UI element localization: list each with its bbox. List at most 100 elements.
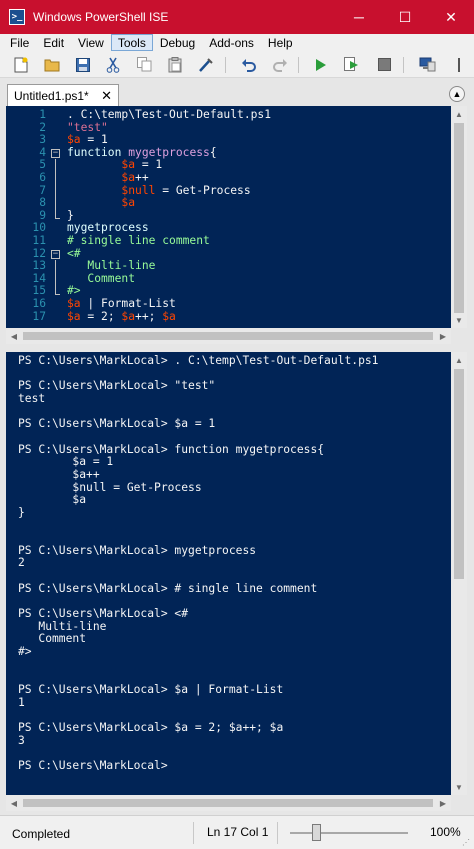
tab-untitled1[interactable]: Untitled1.ps1* ✕ <box>7 84 119 106</box>
scrollbar-thumb[interactable] <box>454 369 464 579</box>
menu-debug[interactable]: Debug <box>153 34 202 51</box>
cursor-position: Ln 17 Col 1 <box>207 825 269 839</box>
scrollbar-thumb[interactable] <box>23 332 433 340</box>
console-vertical-scrollbar[interactable]: ▲ ▼ <box>451 352 467 795</box>
scrollbar-thumb[interactable] <box>23 799 433 807</box>
minimize-icon: ─ <box>354 9 364 25</box>
resize-grip-icon[interactable]: ⋰ <box>462 838 470 847</box>
menu-file[interactable]: File <box>3 34 36 51</box>
code-text: $a = 2; $a++; $a <box>67 309 176 324</box>
fold-guide-end <box>55 294 60 295</box>
toolbar-overflow-icon[interactable] <box>454 56 464 73</box>
console-line: $a++ <box>18 467 100 481</box>
scroll-up-arrow-icon[interactable]: ▲ <box>451 106 467 122</box>
toolbar-separator <box>225 57 226 73</box>
stop-icon[interactable] <box>375 56 393 73</box>
code-token: = 2; <box>80 309 122 323</box>
scroll-left-arrow-icon[interactable]: ◀ <box>6 328 22 344</box>
code-token: function <box>67 145 122 159</box>
fold-guide-end <box>55 218 60 220</box>
cut-icon[interactable] <box>104 56 122 73</box>
save-icon[interactable] <box>74 56 92 73</box>
redo-icon[interactable] <box>271 56 289 73</box>
console-line: PS C:\Users\MarkLocal> $a = 2; $a++; $a <box>18 720 284 734</box>
code-token: ++ <box>135 171 149 184</box>
maximize-button[interactable]: ☐ <box>382 0 428 34</box>
zoom-slider-track[interactable] <box>290 832 408 834</box>
fold-guide <box>55 159 56 219</box>
new-icon[interactable] <box>12 56 30 73</box>
line-number: 6 <box>39 171 46 184</box>
code-token: #> <box>67 284 81 298</box>
tab-close-icon[interactable]: ✕ <box>101 88 112 104</box>
pane-splitter[interactable] <box>0 344 474 352</box>
chevron-up-icon: ▲ <box>452 89 462 99</box>
copy-icon[interactable] <box>135 56 153 73</box>
zoom-slider-thumb[interactable] <box>312 824 321 841</box>
code-text: # single line comment <box>67 234 210 248</box>
paste-icon[interactable] <box>166 56 184 73</box>
scroll-right-arrow-icon[interactable]: ▶ <box>435 328 451 344</box>
code-token: mygetprocess <box>128 145 210 159</box>
line-number: 3 <box>39 133 46 147</box>
code-token: $a <box>121 171 136 184</box>
console-line: $a = 1 <box>18 455 114 469</box>
status-bar: Completed Ln 17 Col 1 100% ⋰ <box>0 815 474 849</box>
run-script-icon[interactable] <box>312 56 330 73</box>
scroll-right-arrow-icon[interactable]: ▶ <box>435 795 451 811</box>
toolbar <box>0 51 474 78</box>
scrollbar-thumb[interactable] <box>454 123 464 313</box>
close-button[interactable]: ✕ <box>428 0 474 34</box>
code-token: $a <box>67 133 81 147</box>
open-icon[interactable] <box>43 56 61 73</box>
code-token: $a <box>121 196 136 210</box>
tab-label: Untitled1.ps1* <box>14 88 89 103</box>
new-remote-tab-icon[interactable] <box>418 56 436 73</box>
powershell-app-icon: >_ <box>9 9 25 25</box>
scroll-up-arrow-icon[interactable]: ▲ <box>451 352 467 368</box>
collapse-region-icon[interactable]: − <box>51 249 60 259</box>
code-token: $a <box>121 158 136 172</box>
menu-help[interactable]: Help <box>261 34 300 51</box>
editor-vertical-scrollbar[interactable]: ▲ ▼ <box>451 106 467 328</box>
collapse-region-icon[interactable]: − <box>51 148 60 158</box>
code-text: $a <box>67 196 136 210</box>
console-line: Comment <box>18 632 87 646</box>
console-line: PS C:\Users\MarkLocal> <box>18 758 175 772</box>
console-line: PS C:\Users\MarkLocal> "test" <box>18 379 216 393</box>
console-pane[interactable]: PS C:\Users\MarkLocal> . C:\temp\Test-Ou… <box>6 352 451 795</box>
editor-horizontal-scrollbar[interactable]: ◀ ▶ <box>6 328 451 344</box>
line-number: 16 <box>32 297 46 310</box>
code-token: $a <box>162 309 176 323</box>
console-line: PS C:\Users\MarkLocal> $a = 1 <box>18 417 216 431</box>
code-token: mygetprocess <box>67 221 149 235</box>
line-number: 11 <box>32 234 46 247</box>
code-token: Comment <box>67 271 136 285</box>
undo-icon[interactable] <box>240 56 258 73</box>
script-editor[interactable]: 1. C:\temp\Test-Out-Default.ps1 2 "test" 3 $… <box>6 106 451 328</box>
console-horizontal-scrollbar[interactable]: ◀ ▶ <box>6 795 451 811</box>
console-line: 3 <box>18 733 25 747</box>
scroll-down-arrow-icon[interactable]: ▼ <box>451 779 467 795</box>
code-token: $null <box>121 183 156 197</box>
code-token: = Get-Process <box>155 183 251 197</box>
status-text: Completed <box>12 827 71 841</box>
editor-line[interactable]: 17 $a = 2; $a++; $a <box>6 309 451 324</box>
toolbar-separator <box>298 57 299 73</box>
collapse-script-pane-button[interactable]: ▲ <box>449 86 465 102</box>
minimize-button[interactable]: ─ <box>336 0 382 34</box>
menu-view[interactable]: View <box>71 34 111 51</box>
scroll-down-arrow-icon[interactable]: ▼ <box>451 312 467 328</box>
line-number: 17 <box>32 309 46 323</box>
menu-tools[interactable]: Tools <box>110 34 153 51</box>
console-line: PS C:\Users\MarkLocal> # single line com… <box>18 581 318 595</box>
menu-add-ons[interactable]: Add-ons <box>202 34 261 51</box>
menu-edit[interactable]: Edit <box>36 34 71 51</box>
run-selection-icon[interactable] <box>343 56 361 73</box>
scroll-left-arrow-icon[interactable]: ◀ <box>6 795 22 811</box>
maximize-icon: ☐ <box>398 8 412 25</box>
clear-console-icon[interactable] <box>197 56 215 73</box>
